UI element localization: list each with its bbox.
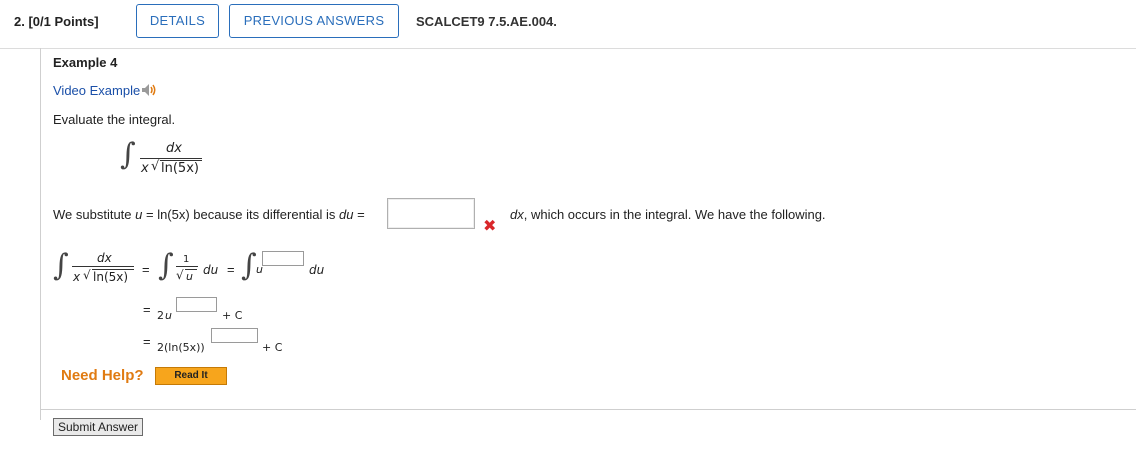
equals-sign: = [353,207,365,222]
content-divider [40,409,1136,410]
exponent-input-2[interactable] [176,297,217,312]
plus-c: + C [222,309,243,322]
details-button[interactable]: DETAILS [136,4,219,38]
speaker-icon[interactable] [140,82,160,98]
du-label: du [339,207,354,222]
fraction-bar [176,266,198,267]
lhs-den-x: x [73,270,81,284]
integral-sign: ∫ [158,248,174,283]
equals-sign: = [227,262,235,277]
u-base: u [165,309,172,322]
equals-sign: = [143,334,151,349]
coefficient-2: 2 [157,309,164,322]
submit-answer-button[interactable]: Submit Answer [53,418,143,436]
du-answer-input[interactable] [387,198,475,229]
du-label: du [203,263,219,277]
radical-sign: √ [176,268,184,282]
equals-sign: = [142,262,150,277]
question-points: 2. [0/1 Points] [14,14,99,29]
video-example-link[interactable]: Video Example [53,83,140,98]
lhs-den-radicand: ln(5x) [93,270,129,284]
integral-sign: ∫ [241,248,257,283]
integral-sign: ∫ [120,137,136,172]
equals-sign: = [143,302,151,317]
integral-sign: ∫ [53,248,69,283]
incorrect-x-icon: ✖ [483,218,497,235]
lhs-numerator: dx [97,251,112,265]
read-it-button[interactable]: Read It [155,367,227,385]
content-left-border [40,48,41,420]
fraction-bar [140,158,202,159]
frac-one: 1 [183,254,190,265]
exponent-input-3[interactable] [211,328,258,343]
integral-denominator-x: x [141,161,149,176]
instruction-text: Evaluate the integral. [53,112,176,127]
need-help-label: Need Help? [61,367,144,384]
example-title: Example 4 [53,55,118,70]
frac-u: u [186,270,193,283]
previous-answers-button[interactable]: PREVIOUS ANSWERS [229,4,399,38]
substitution-sentence: We substitute u = ln(5x) because its dif… [53,207,365,222]
substitution-middle: = ln(5x) because its differential is [142,207,340,222]
substitution-suffix: dx, which occurs in the integral. We hav… [510,207,826,222]
line3-expression: 2(ln(5x)) [157,341,205,354]
fraction-bar [72,266,134,267]
problem-code: SCALCET9 7.5.AE.004. [416,14,557,29]
integral-radicand: ln(5x) [161,161,199,176]
integral-numerator: dx [166,141,182,156]
substitution-rest: , which occurs in the integral. We have … [523,207,826,222]
substitution-prefix: We substitute [53,207,136,222]
exponent-input-1[interactable] [262,251,304,266]
radical-sign: √ [83,268,91,282]
du-label: du [309,263,325,277]
plus-c: + C [262,341,283,354]
question-header: 2. [0/1 Points] DETAILS PREVIOUS ANSWERS… [0,0,1136,49]
radical-sign: √ [151,159,160,174]
dx-label: dx [510,207,524,222]
